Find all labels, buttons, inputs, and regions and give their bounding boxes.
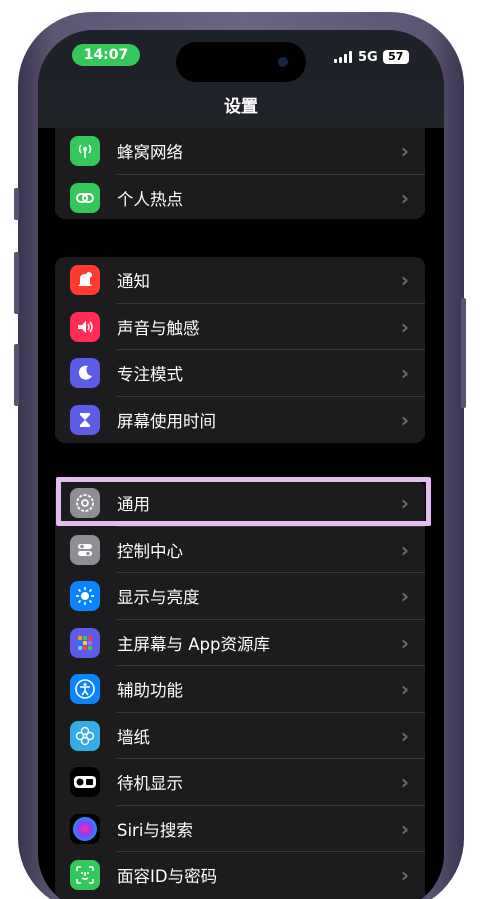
accessibility-icon: [70, 674, 100, 705]
settings-row-label: 声音与触感: [117, 318, 200, 338]
chevron-right-icon: ›: [400, 816, 409, 841]
power-button: [461, 298, 466, 408]
gear-icon: [70, 488, 100, 519]
camera-icon: [278, 57, 288, 67]
battery-icon: 57: [382, 50, 409, 64]
cellular-icon: [70, 136, 100, 167]
chevron-right-icon: ›: [400, 723, 409, 748]
settings-row-label: 个人热点: [117, 189, 183, 209]
settings-row[interactable]: 通用 ›: [55, 480, 425, 527]
settings-row[interactable]: Siri与搜索 ›: [55, 806, 425, 852]
settings-row-label: Siri与搜索: [117, 820, 193, 840]
settings-row-label: 显示与亮度: [117, 588, 200, 608]
control-center-icon: [70, 534, 100, 565]
settings-row[interactable]: 控制中心 ›: [55, 527, 425, 573]
settings-row-label: 墙纸: [117, 727, 150, 747]
settings-row-label: 蜂窝网络: [117, 143, 183, 163]
settings-row[interactable]: 屏幕使用时间 ›: [55, 397, 425, 444]
settings-group-notifications: 通知 › 声音与触感 › 专注模式 › 屏幕使用时间 ›: [55, 257, 425, 443]
settings-row-label: 屏幕使用时间: [117, 411, 216, 431]
page-title: 设置: [224, 97, 258, 117]
settings-row[interactable]: 待机显示 ›: [55, 759, 425, 806]
settings-row-label: 面容ID与密码: [117, 867, 218, 887]
chevron-right-icon: ›: [400, 630, 409, 655]
settings-row-label: 辅助功能: [117, 681, 183, 701]
settings-row[interactable]: 蜂窝网络 ›: [55, 128, 425, 175]
dynamic-island: [176, 42, 306, 82]
settings-row[interactable]: 辅助功能 ›: [55, 666, 425, 713]
face-id-icon: [70, 860, 100, 891]
focus-moon-icon: [70, 358, 100, 389]
chevron-right-icon: ›: [400, 407, 409, 432]
notifications-icon: [70, 265, 100, 296]
chevron-right-icon: ›: [400, 491, 409, 516]
settings-row[interactable]: 个人热点 ›: [55, 175, 425, 220]
signal-icon: [334, 51, 352, 63]
hotspot-icon: [70, 182, 100, 213]
network-type: 5G: [358, 49, 378, 65]
chevron-right-icon: ›: [400, 268, 409, 293]
status-time: 14:07: [72, 44, 140, 66]
home-screen-icon: [70, 627, 100, 658]
chevron-right-icon: ›: [400, 139, 409, 164]
screen: 14:07 5G 57 设置 蜂窝网络 › 个人热点 › 通知 › 声音与触感 › 专注模式 ›…: [38, 30, 444, 899]
settings-row-label: 主屏幕与 App资源库: [117, 634, 270, 654]
settings-row[interactable]: 专注模式 ›: [55, 350, 425, 397]
volume-up-button: [14, 252, 19, 314]
settings-row-label: 通用: [117, 495, 150, 515]
standby-icon: [70, 767, 100, 798]
chevron-right-icon: ›: [400, 770, 409, 795]
settings-group-general: 通用 › 控制中心 › 显示与亮度 › 主屏幕与 App资源库 › 辅助功能 › 墙纸 › 待机显示 › S…: [55, 480, 425, 899]
settings-row[interactable]: 墙纸 ›: [55, 713, 425, 759]
sound-icon: [70, 311, 100, 342]
action-button: [14, 188, 19, 220]
settings-row-label: 专注模式: [117, 365, 183, 385]
settings-row-label: 待机显示: [117, 774, 183, 794]
chevron-right-icon: ›: [400, 863, 409, 888]
chevron-right-icon: ›: [400, 361, 409, 386]
settings-group-network: 蜂窝网络 › 个人热点 ›: [55, 128, 425, 219]
settings-row-label: 控制中心: [117, 541, 183, 561]
settings-row[interactable]: 声音与触感 ›: [55, 304, 425, 350]
status-indicators: 5G 57: [334, 49, 409, 65]
siri-icon: [70, 813, 100, 844]
chevron-right-icon: ›: [400, 584, 409, 609]
settings-row[interactable]: 面容ID与密码 ›: [55, 852, 425, 899]
chevron-right-icon: ›: [400, 537, 409, 562]
settings-row[interactable]: 显示与亮度 ›: [55, 573, 425, 620]
hourglass-icon: [70, 404, 100, 435]
volume-down-button: [14, 344, 19, 406]
settings-row[interactable]: 通知 ›: [55, 257, 425, 304]
settings-row-label: 通知: [117, 272, 150, 292]
chevron-right-icon: ›: [400, 314, 409, 339]
chevron-right-icon: ›: [400, 677, 409, 702]
chevron-right-icon: ›: [400, 185, 409, 210]
settings-row[interactable]: 主屏幕与 App资源库 ›: [55, 620, 425, 666]
brightness-icon: [70, 581, 100, 612]
wallpaper-icon: [70, 720, 100, 751]
